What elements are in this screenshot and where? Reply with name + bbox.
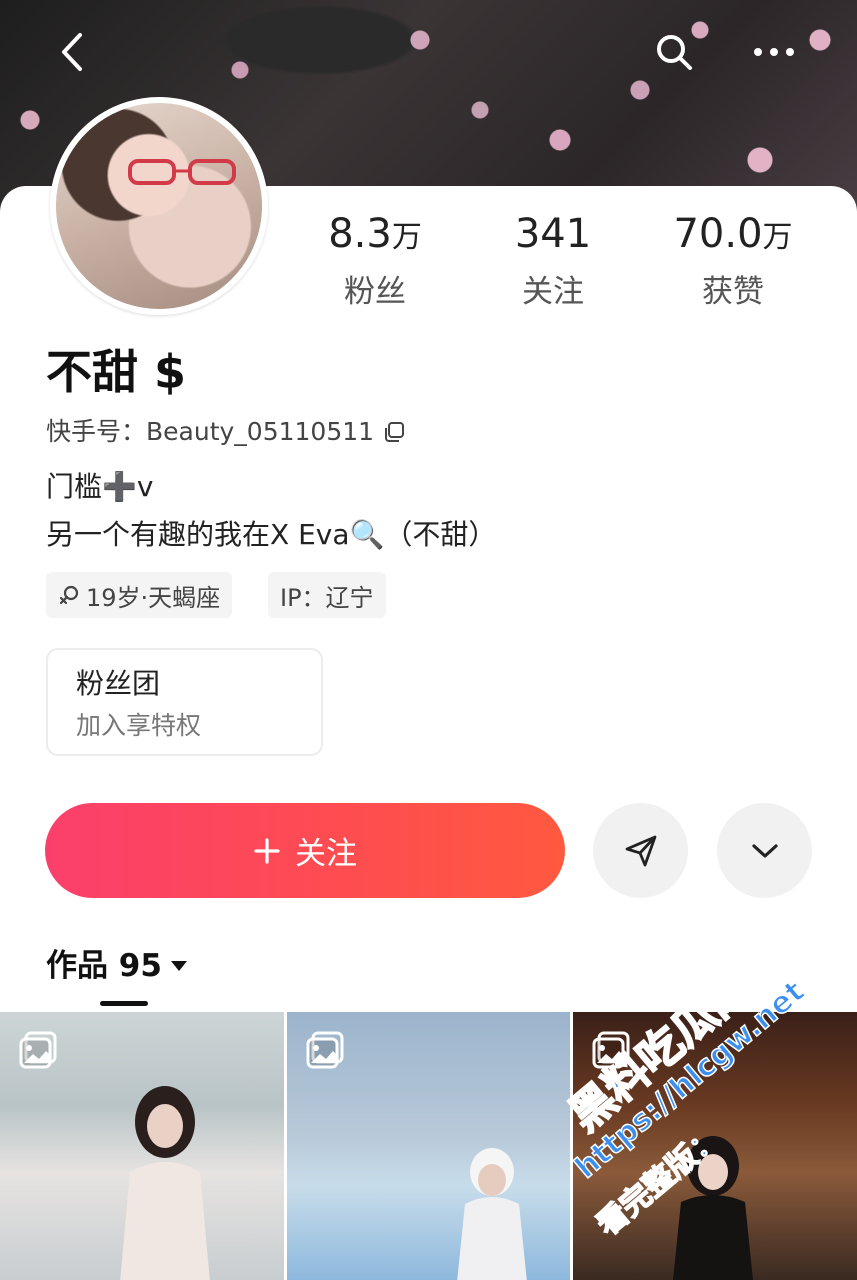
share-icon [625, 835, 656, 866]
chevron-down-icon [751, 843, 778, 858]
following-label: 关注 [522, 274, 584, 310]
works-tab-label: 作品 95 [46, 948, 162, 984]
works-grid [0, 1012, 857, 1280]
more-actions-button[interactable] [717, 803, 812, 898]
plus-icon [254, 837, 280, 864]
stat-likes[interactable]: 70.0万 获赞 [648, 210, 818, 316]
age-tag-label: 19岁·天蝎座 [86, 583, 221, 612]
chevron-left-icon [62, 33, 82, 71]
follow-button[interactable]: 关注 [45, 803, 565, 898]
work-thumbnail[interactable] [286, 1012, 571, 1280]
avatar[interactable] [50, 97, 268, 315]
follow-button-label: 关注 [295, 836, 357, 872]
following-count: 341 [514, 211, 592, 257]
bio-line: 另一个有趣的我在X Eva🔍（不甜） [46, 518, 497, 551]
back-button[interactable] [42, 22, 102, 82]
person-figure [673, 1136, 754, 1280]
ip-tag-label: IP：辽宁 [280, 583, 374, 612]
search-button[interactable] [644, 22, 704, 82]
fan-group-subtitle: 加入享特权 [76, 711, 202, 740]
fans-label: 粉丝 [344, 274, 406, 310]
more-button[interactable] [744, 22, 804, 82]
share-button[interactable] [593, 803, 688, 898]
photo-album-icon [306, 1031, 344, 1069]
more-dots-icon [754, 48, 794, 56]
glasses-graphic [128, 159, 236, 185]
search-icon [657, 35, 692, 70]
fan-group-title: 粉丝团 [76, 667, 161, 700]
bio-line: 门槛➕v [46, 470, 154, 503]
photo-album-icon [592, 1031, 630, 1069]
tab-works[interactable]: 作品 95 [46, 942, 188, 990]
ip-tag: IP：辽宁 [268, 572, 386, 618]
work-thumbnail[interactable] [0, 1012, 284, 1280]
profile-name: 不甜 $ [46, 345, 187, 399]
likes-label: 获赞 [702, 274, 764, 310]
copy-icon[interactable] [382, 420, 406, 444]
tab-indicator [100, 1001, 148, 1006]
user-id: 快手号：Beauty_05110511 [46, 417, 375, 446]
fan-group-card[interactable]: 粉丝团 加入享特权 [46, 648, 323, 756]
stat-following[interactable]: 341 关注 [468, 210, 638, 316]
fans-count: 8.3万 [328, 211, 422, 257]
likes-count: 70.0万 [673, 211, 793, 257]
age-tag: 19岁·天蝎座 [46, 572, 233, 618]
work-thumbnail[interactable] [573, 1012, 857, 1280]
person-figure [120, 1086, 210, 1280]
user-id-row: 快手号：Beauty_05110511 [46, 412, 406, 452]
female-icon [59, 585, 79, 605]
person-figure [456, 1148, 527, 1280]
photo-album-icon [19, 1031, 57, 1069]
caret-down-icon [170, 961, 187, 971]
stat-fans[interactable]: 8.3万 粉丝 [290, 210, 460, 316]
